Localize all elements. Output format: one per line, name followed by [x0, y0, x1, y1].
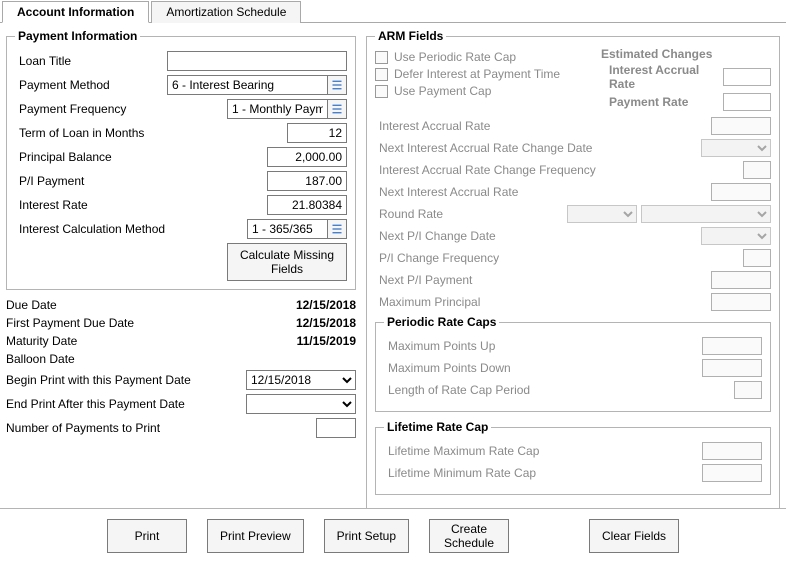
arm-iar-input — [711, 117, 771, 135]
print-preview-button[interactable]: Print Preview — [207, 519, 304, 553]
arm-pi-freq-input — [743, 249, 771, 267]
arm-next-iar-input — [711, 183, 771, 201]
max-points-up-input — [702, 337, 762, 355]
arm-max-principal-input — [711, 293, 771, 311]
arm-next-iar-change-label: Next Interest Accrual Rate Change Date — [375, 141, 701, 155]
arm-next-pi-payment-label: Next P/I Payment — [375, 273, 711, 287]
list-icon — [331, 79, 343, 91]
periodic-rate-caps-group: Periodic Rate Caps Maximum Points Up Max… — [375, 315, 771, 412]
use-payment-cap-label: Use Payment Cap — [394, 84, 491, 98]
arm-next-iar-label: Next Interest Accrual Rate — [375, 185, 711, 199]
periodic-rate-caps-legend: Periodic Rate Caps — [384, 315, 499, 329]
first-payment-date-value: 12/15/2018 — [236, 316, 356, 330]
list-icon — [331, 223, 343, 235]
arm-next-pi-change-label: Next P/I Change Date — [375, 229, 701, 243]
principal-label: Principal Balance — [15, 150, 267, 164]
clear-fields-button[interactable]: Clear Fields — [589, 519, 679, 553]
lifetime-min-input — [702, 464, 762, 482]
term-label: Term of Loan in Months — [15, 126, 287, 140]
calc-method-label: Interest Calculation Method — [15, 222, 247, 236]
maturity-date-label: Maturity Date — [6, 334, 236, 348]
arm-next-pi-change-select — [701, 227, 771, 245]
arm-pi-freq-label: P/I Change Frequency — [375, 251, 743, 265]
max-points-up-label: Maximum Points Up — [384, 339, 702, 353]
calc-method-input[interactable] — [247, 219, 327, 239]
pi-payment-input[interactable] — [267, 171, 347, 191]
payment-method-label: Payment Method — [15, 78, 167, 92]
checkbox-icon — [375, 85, 388, 98]
lifetime-max-label: Lifetime Maximum Rate Cap — [384, 444, 702, 458]
pi-payment-label: P/I Payment — [15, 174, 267, 188]
end-print-date-label: End Print After this Payment Date — [6, 397, 246, 411]
interest-rate-label: Interest Rate — [15, 198, 267, 212]
due-date-value: 12/15/2018 — [236, 298, 356, 312]
num-payments-print-label: Number of Payments to Print — [6, 421, 316, 435]
payment-frequency-label: Payment Frequency — [15, 102, 227, 116]
estimated-changes-header: Estimated Changes — [601, 47, 771, 61]
est-iar-label: Interest Accrual Rate — [601, 63, 723, 91]
est-payment-rate-value — [723, 93, 771, 111]
balloon-date-label: Balloon Date — [6, 352, 236, 366]
maturity-date-value: 11/15/2019 — [236, 334, 356, 348]
end-print-date-select[interactable] — [246, 394, 356, 414]
max-points-down-input — [702, 359, 762, 377]
num-payments-print-input[interactable] — [316, 418, 356, 438]
checkbox-icon — [375, 68, 388, 81]
use-periodic-rate-cap-checkbox[interactable]: Use Periodic Rate Cap — [375, 50, 591, 64]
lifetime-min-label: Lifetime Minimum Rate Cap — [384, 466, 702, 480]
payment-frequency-lookup-button[interactable] — [327, 99, 347, 119]
loan-title-label: Loan Title — [15, 54, 167, 68]
arm-round-rate-select2 — [641, 205, 771, 223]
create-schedule-button[interactable]: Create Schedule — [429, 519, 509, 553]
arm-round-rate-select1 — [567, 205, 637, 223]
payment-information-legend: Payment Information — [15, 29, 140, 43]
payment-method-lookup-button[interactable] — [327, 75, 347, 95]
lifetime-rate-cap-group: Lifetime Rate Cap Lifetime Maximum Rate … — [375, 420, 771, 495]
defer-interest-label: Defer Interest at Payment Time — [394, 67, 560, 81]
arm-fields-legend: ARM Fields — [375, 29, 446, 43]
est-iar-value — [723, 68, 771, 86]
arm-round-rate-label: Round Rate — [375, 207, 567, 221]
list-icon — [331, 103, 343, 115]
arm-next-iar-change-select — [701, 139, 771, 157]
principal-input[interactable] — [267, 147, 347, 167]
checkbox-icon — [375, 51, 388, 64]
calc-method-lookup-button[interactable] — [327, 219, 347, 239]
arm-iar-freq-label: Interest Accrual Rate Change Frequency — [375, 163, 743, 177]
term-input[interactable] — [287, 123, 347, 143]
interest-rate-input[interactable] — [267, 195, 347, 215]
use-periodic-rate-cap-label: Use Periodic Rate Cap — [394, 50, 516, 64]
max-points-down-label: Maximum Points Down — [384, 361, 702, 375]
rate-cap-length-input — [734, 381, 762, 399]
use-payment-cap-checkbox[interactable]: Use Payment Cap — [375, 84, 591, 98]
arm-iar-label: Interest Accrual Rate — [375, 119, 711, 133]
begin-print-date-label: Begin Print with this Payment Date — [6, 373, 246, 387]
lifetime-rate-cap-legend: Lifetime Rate Cap — [384, 420, 491, 434]
payment-frequency-input[interactable] — [227, 99, 327, 119]
defer-interest-checkbox[interactable]: Defer Interest at Payment Time — [375, 67, 591, 81]
payment-method-input[interactable] — [167, 75, 327, 95]
arm-fields-group: ARM Fields Use Periodic Rate Cap Defer I… — [366, 29, 780, 512]
arm-next-pi-payment-input — [711, 271, 771, 289]
tab-bar: Account Information Amortization Schedul… — [0, 0, 786, 23]
due-date-label: Due Date — [6, 298, 236, 312]
first-payment-date-label: First Payment Due Date — [6, 316, 236, 330]
rate-cap-length-label: Length of Rate Cap Period — [384, 383, 734, 397]
button-bar: Print Print Preview Print Setup Create S… — [0, 508, 786, 563]
lifetime-max-input — [702, 442, 762, 460]
arm-max-principal-label: Maximum Principal — [375, 295, 711, 309]
loan-title-input[interactable] — [167, 51, 347, 71]
payment-information-group: Payment Information Loan Title Payment M… — [6, 29, 356, 290]
arm-iar-freq-input — [743, 161, 771, 179]
print-setup-button[interactable]: Print Setup — [324, 519, 409, 553]
begin-print-date-select[interactable]: 12/15/2018 — [246, 370, 356, 390]
print-button[interactable]: Print — [107, 519, 187, 553]
est-payment-rate-label: Payment Rate — [601, 95, 723, 109]
tab-amortization-schedule[interactable]: Amortization Schedule — [151, 1, 301, 23]
calculate-missing-fields-button[interactable]: Calculate Missing Fields — [227, 243, 347, 281]
tab-account-information[interactable]: Account Information — [2, 1, 149, 23]
